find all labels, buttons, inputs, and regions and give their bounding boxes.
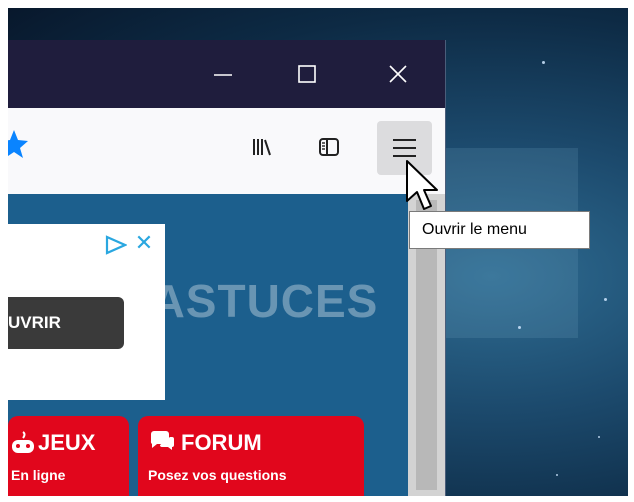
library-button[interactable] bbox=[243, 130, 279, 164]
screenshot-frame: CASTUCES ✕ UVRIR JEUX En ligne bbox=[8, 8, 628, 496]
browser-toolbar bbox=[8, 108, 445, 194]
ad-close-icon[interactable]: ✕ bbox=[131, 230, 157, 256]
gamepad-icon bbox=[12, 431, 34, 453]
desktop-star bbox=[518, 326, 521, 329]
desktop-star bbox=[604, 298, 607, 301]
sidebar-icon bbox=[319, 138, 339, 156]
hamburger-menu-icon bbox=[393, 139, 416, 157]
watermark-word: ASTUCES bbox=[151, 275, 379, 327]
tile-jeux[interactable]: JEUX En ligne bbox=[8, 416, 129, 496]
library-icon bbox=[253, 139, 271, 156]
page-content: CASTUCES ✕ UVRIR JEUX En ligne bbox=[8, 194, 445, 496]
tile-jeux-title: JEUX bbox=[38, 430, 96, 455]
maximize-button[interactable] bbox=[284, 54, 330, 94]
browser-window: CASTUCES ✕ UVRIR JEUX En ligne bbox=[8, 40, 446, 496]
desktop-star bbox=[542, 61, 545, 64]
sidebar-toggle-button[interactable] bbox=[310, 130, 346, 164]
desktop-star bbox=[598, 436, 600, 438]
desktop-star bbox=[556, 474, 558, 476]
bookmark-star-button[interactable] bbox=[8, 126, 28, 162]
close-button[interactable] bbox=[375, 54, 421, 94]
tile-forum-title: FORUM bbox=[181, 430, 262, 455]
close-icon bbox=[389, 65, 407, 83]
minimize-button[interactable] bbox=[200, 54, 246, 94]
bookmark-star-icon bbox=[8, 130, 28, 158]
mouse-cursor-icon bbox=[406, 160, 438, 210]
ad-open-button[interactable]: UVRIR bbox=[8, 297, 124, 349]
minimize-icon bbox=[214, 74, 232, 76]
ad-banner[interactable]: ✕ UVRIR bbox=[8, 224, 165, 400]
ad-choices-icon[interactable] bbox=[105, 235, 127, 255]
tile-jeux-subtitle: En ligne bbox=[11, 467, 66, 483]
maximize-icon bbox=[298, 65, 316, 83]
title-bar bbox=[8, 40, 445, 108]
tile-forum[interactable]: FORUM Posez vos questions bbox=[138, 416, 364, 496]
tile-forum-subtitle: Posez vos questions bbox=[148, 467, 287, 483]
chat-bubbles-icon bbox=[150, 431, 174, 450]
